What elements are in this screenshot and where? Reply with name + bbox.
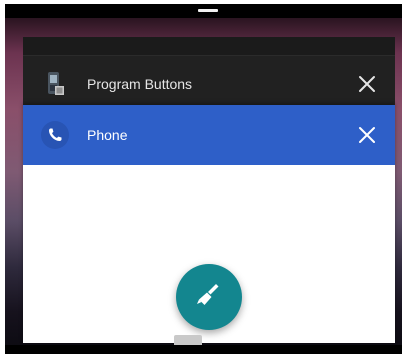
recent-card-program-buttons[interactable]: Program Buttons <box>23 56 395 111</box>
clear-all-button[interactable] <box>176 264 242 330</box>
phone-handset-icon <box>41 121 69 149</box>
phone-device-icon <box>41 70 69 98</box>
recent-card-stub[interactable] <box>23 37 395 56</box>
status-bar <box>5 4 402 18</box>
status-handle <box>198 9 218 12</box>
recents-screen: Program Buttons Phone <box>5 4 402 354</box>
card-title: Program Buttons <box>87 75 193 92</box>
card-header: Phone <box>23 105 395 165</box>
close-icon[interactable] <box>353 70 381 98</box>
broom-icon <box>194 280 224 315</box>
card-header: Program Buttons <box>23 56 395 111</box>
navigation-bar <box>5 345 402 354</box>
card-title: Phone <box>87 127 128 143</box>
nav-handle <box>174 335 202 345</box>
close-icon[interactable] <box>353 121 381 149</box>
